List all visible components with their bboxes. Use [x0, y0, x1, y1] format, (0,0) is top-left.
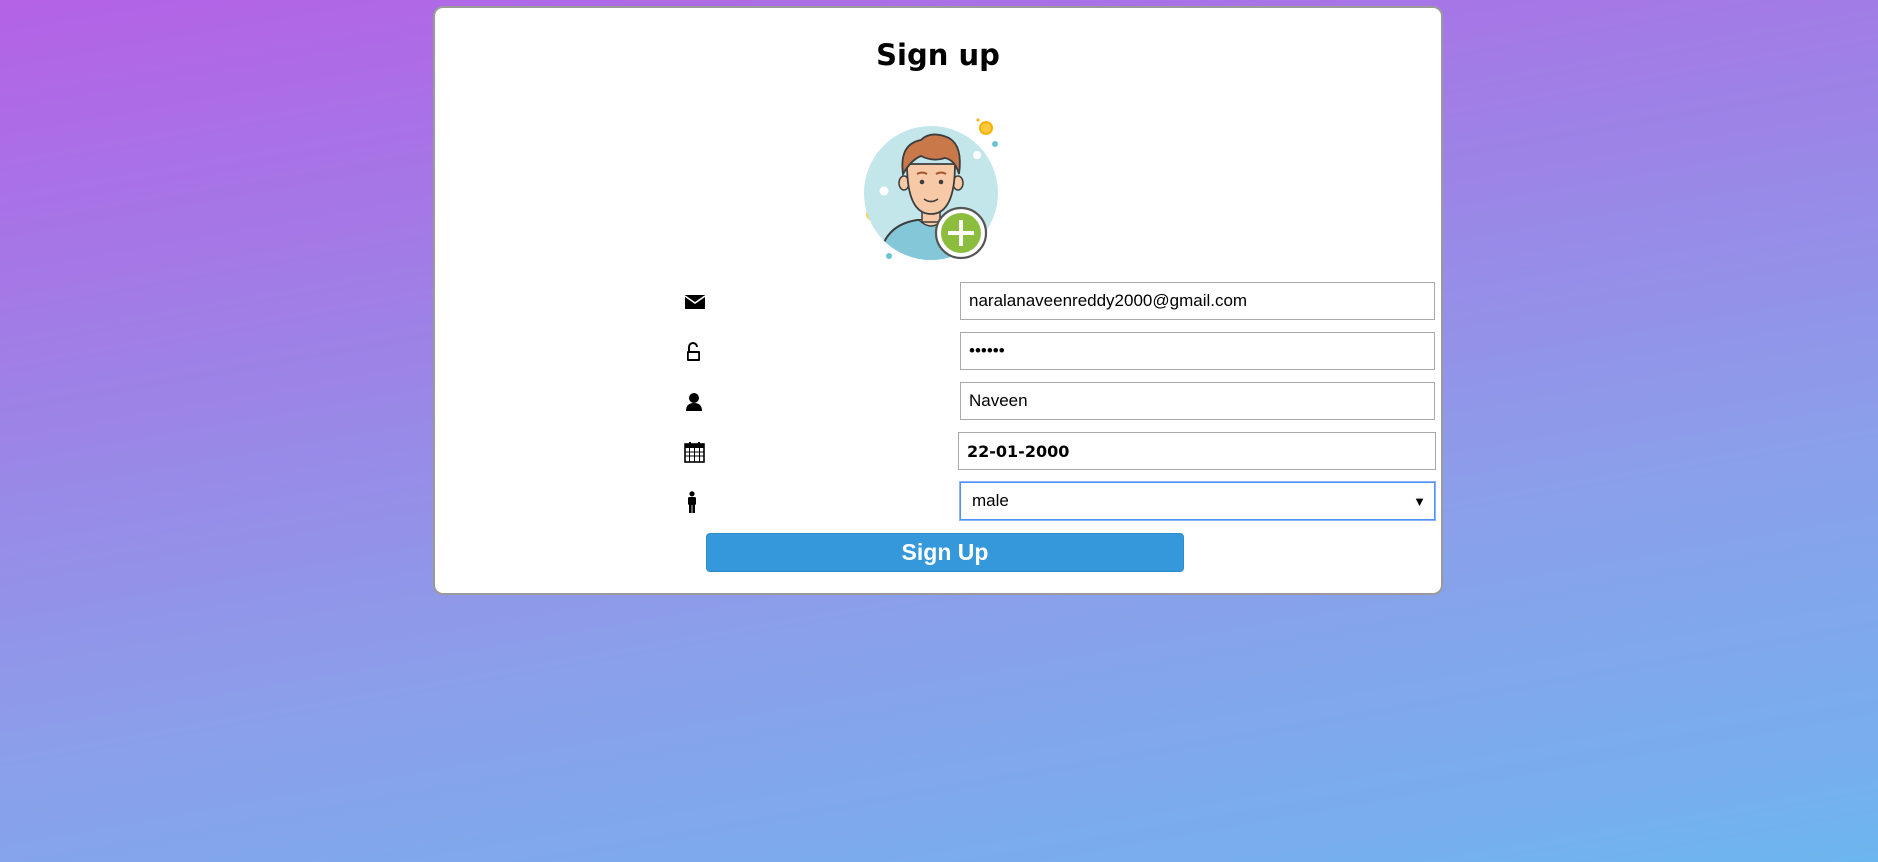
page-title: Sign up: [876, 38, 1000, 72]
calendar-icon: [684, 441, 706, 463]
sign-up-button[interactable]: Sign Up: [706, 533, 1184, 572]
gender-select[interactable]: male ▼: [960, 482, 1435, 520]
add-avatar-image[interactable]: [855, 108, 1005, 268]
envelope-icon: [684, 291, 706, 313]
date-of-birth-field[interactable]: [958, 432, 1436, 470]
dropdown-arrow-icon: ▼: [1413, 494, 1426, 509]
gender-selected-value: male: [972, 491, 1009, 510]
avatar-add-user-icon: [864, 118, 998, 260]
unlock-icon: [684, 341, 706, 363]
password-field[interactable]: [960, 332, 1435, 370]
male-person-icon: [684, 491, 706, 513]
user-icon: [684, 391, 706, 413]
signup-card: Sign up naralanaveenreddy2000@gmail.com …: [433, 6, 1443, 595]
name-field[interactable]: [960, 382, 1435, 420]
email-field[interactable]: [960, 282, 1435, 320]
